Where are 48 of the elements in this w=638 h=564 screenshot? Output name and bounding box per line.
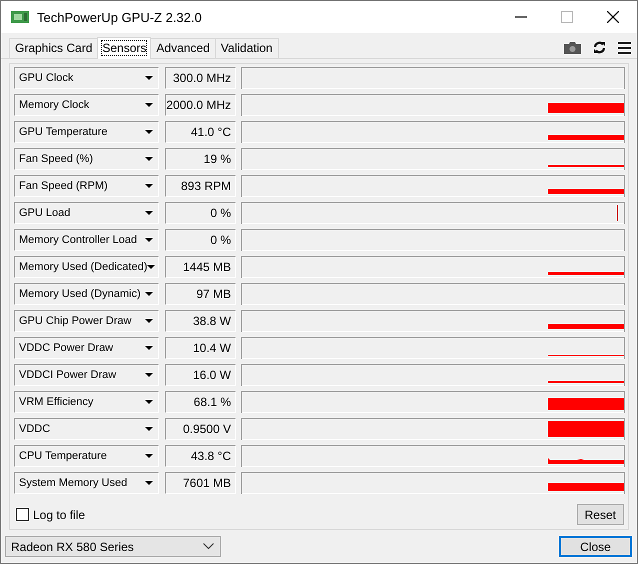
sensor-value: 1445 MB	[165, 256, 236, 278]
sensor-value: 97 MB	[165, 283, 236, 305]
maximize-icon	[561, 11, 573, 23]
device-dropdown[interactable]: Radeon RX 580 Series	[5, 536, 221, 557]
reset-button[interactable]: Reset	[576, 504, 624, 525]
sensor-dropdown[interactable]: VDDC	[14, 418, 159, 440]
sensor-dropdown[interactable]: CPU Temperature	[14, 445, 159, 467]
sensor-value: 0 %	[165, 229, 236, 251]
sensor-dropdown[interactable]: System Memory Used	[14, 472, 159, 494]
sensor-value: 2000.0 MHz	[165, 94, 236, 116]
sensor-value: 7601 MB	[165, 472, 236, 494]
sensor-dropdown[interactable]: GPU Chip Power Draw	[14, 310, 159, 332]
sensor-dropdown[interactable]: GPU Clock	[14, 67, 159, 89]
sensor-value: 43.8 °C	[165, 445, 236, 467]
close-button[interactable]: Close	[559, 536, 632, 557]
tab[interactable]: Graphics Card	[9, 38, 98, 58]
sensor-value: 19 %	[165, 148, 236, 170]
sensor-dropdown[interactable]: GPU Load	[14, 202, 159, 224]
sensor-dropdown[interactable]: Memory Used (Dynamic)	[14, 283, 159, 305]
refresh-icon[interactable]	[593, 41, 606, 54]
sensor-dropdown[interactable]: VDDCI Power Draw	[14, 364, 159, 386]
menu-icon[interactable]	[618, 42, 631, 54]
sensor-dropdown[interactable]: Memory Used (Dedicated)	[14, 256, 159, 278]
sensor-value: 0 %	[165, 202, 236, 224]
sensor-value: 10.4 W	[165, 337, 236, 359]
window-title: TechPowerUp GPU-Z 2.32.0	[37, 10, 202, 24]
checkbox[interactable]	[16, 508, 29, 521]
camera-icon[interactable]	[564, 42, 581, 54]
close-icon[interactable]	[607, 11, 619, 23]
sensor-value: 300.0 MHz	[165, 67, 236, 89]
tab[interactable]: Sensors	[97, 37, 152, 59]
sensor-value: 16.0 W	[165, 364, 236, 386]
graphics-card-icon	[11, 10, 29, 24]
sensor-value: 38.8 W	[165, 310, 236, 332]
sensor-value: 41.0 °C	[165, 121, 236, 143]
sensor-value: 893 RPM	[165, 175, 236, 197]
sensor-dropdown[interactable]: VRM Efficiency	[14, 391, 159, 413]
sensor-dropdown[interactable]: Fan Speed (RPM)	[14, 175, 159, 197]
checkbox-label[interactable]: Log to file	[33, 508, 86, 522]
chevron-down-icon[interactable]	[203, 543, 214, 550]
sensor-dropdown[interactable]: VDDC Power Draw	[14, 337, 159, 359]
sensor-dropdown[interactable]: Memory Clock	[14, 94, 159, 116]
sensor-value: 68.1 %	[165, 391, 236, 413]
sensor-dropdown[interactable]: Fan Speed (%)	[14, 148, 159, 170]
sensor-dropdown[interactable]: Memory Controller Load	[14, 229, 159, 251]
sensor-dropdown[interactable]: GPU Temperature	[14, 121, 159, 143]
sensor-value: 0.9500 V	[165, 418, 236, 440]
tab[interactable]: Validation	[214, 38, 279, 58]
